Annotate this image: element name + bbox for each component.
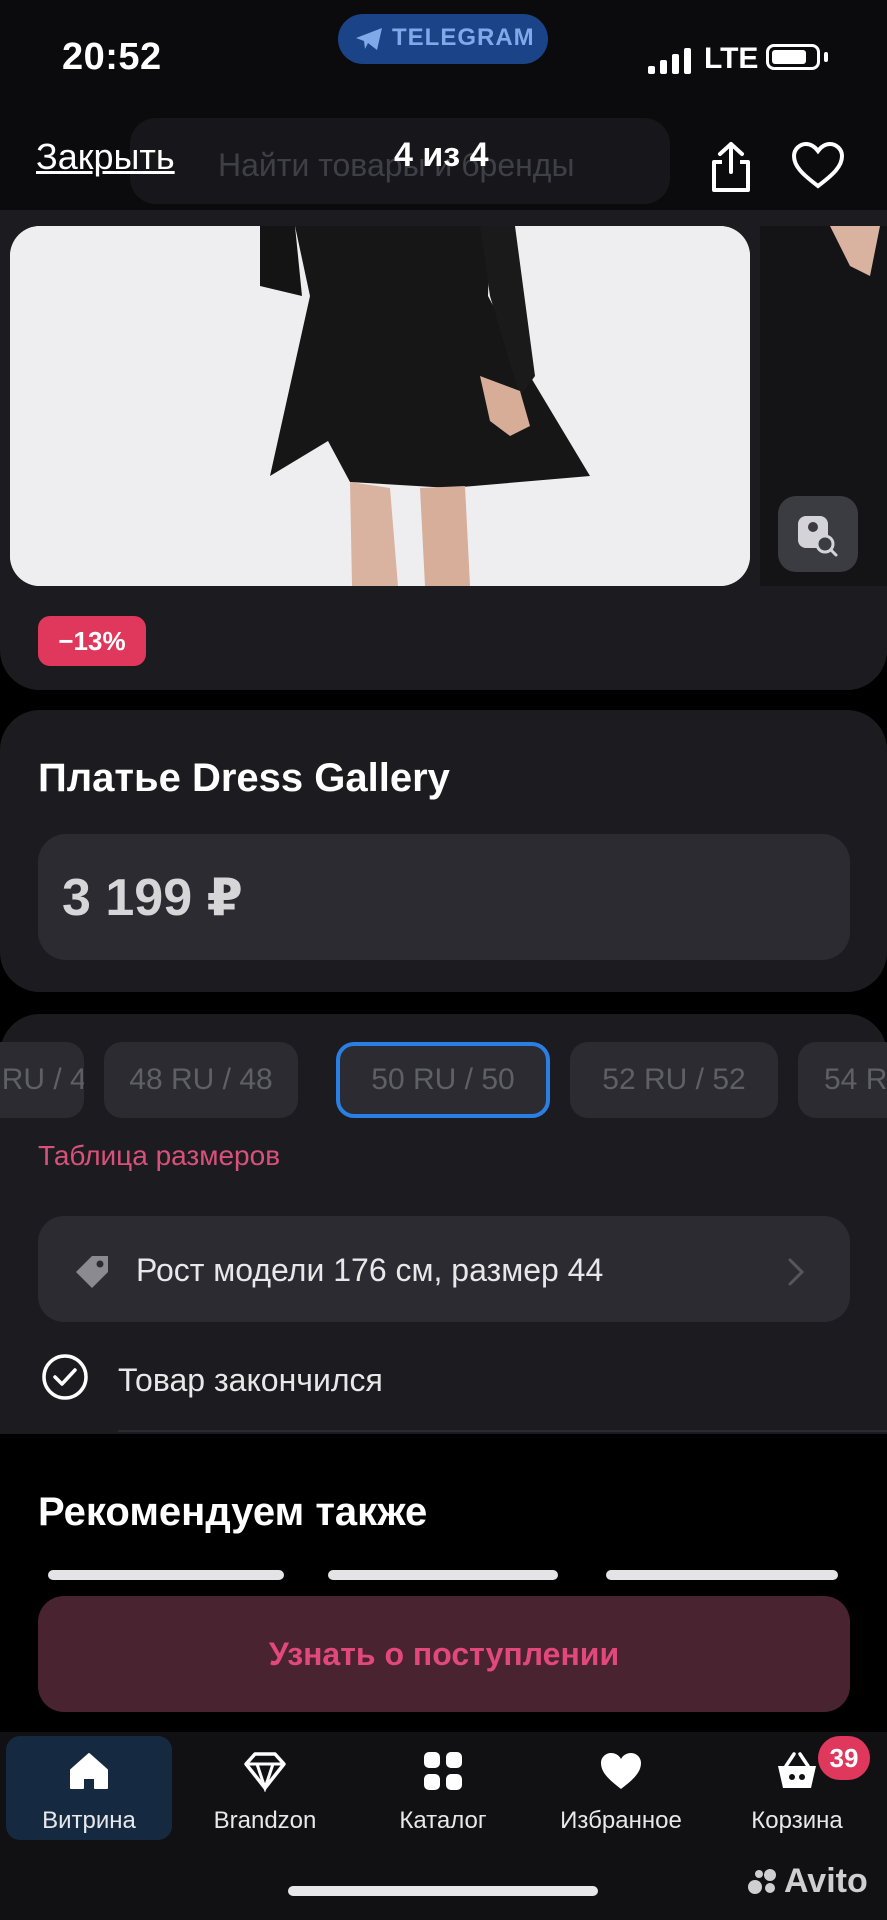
grid-icon — [424, 1752, 462, 1790]
nav-item-favorites[interactable]: Избранное — [536, 1750, 706, 1835]
chevron-right-icon — [788, 1258, 805, 1286]
stock-status: Товар закончился — [118, 1362, 383, 1398]
recommend-card[interactable] — [328, 1570, 558, 1580]
network-type: LTE — [704, 42, 759, 75]
status-time: 20:52 — [62, 36, 162, 78]
check-circle-icon — [42, 1354, 88, 1400]
basket-icon — [778, 1752, 816, 1788]
nav-label: Каталог — [399, 1807, 487, 1834]
heart-icon[interactable] — [790, 140, 846, 190]
discount-badge: −13% — [38, 616, 146, 666]
image-search-button[interactable] — [778, 496, 858, 572]
signal-icon — [648, 48, 691, 74]
size-chip[interactable]: 52 RU / 52 — [570, 1042, 778, 1118]
avito-watermark: Avito — [784, 1862, 868, 1900]
home-icon — [70, 1753, 108, 1789]
nav-label: Избранное — [560, 1807, 682, 1834]
recommend-card[interactable] — [48, 1570, 284, 1580]
cart-count-badge: 39 — [818, 1736, 870, 1780]
size-table-link[interactable]: Таблица размеров — [38, 1140, 280, 1172]
diamond-icon — [244, 1752, 286, 1793]
product-photo[interactable] — [10, 226, 750, 586]
telegram-icon — [356, 28, 382, 50]
nav-item-vitrina[interactable]: Витрина — [4, 1750, 174, 1835]
battery-icon — [766, 44, 820, 70]
size-chip-selected[interactable]: 50 RU / 50 — [336, 1042, 550, 1118]
notify-button[interactable]: Узнать о поступлении — [38, 1596, 850, 1712]
battery-tip — [824, 52, 828, 62]
tag-icon — [76, 1256, 108, 1288]
close-button[interactable]: Закрыть — [36, 136, 175, 178]
size-chip[interactable]: 48 RU / 48 — [104, 1042, 298, 1118]
home-indicator — [288, 1886, 598, 1896]
gallery-counter: 4 из 4 — [394, 136, 489, 174]
size-chip[interactable]: 54 RU / 54 — [798, 1042, 887, 1118]
heart-icon — [601, 1753, 641, 1789]
nav-item-brandzon[interactable]: Brandzon — [180, 1750, 350, 1835]
recommend-heading: Рекомендуем также — [38, 1490, 428, 1534]
product-title: Платье Dress Gallery — [38, 756, 450, 800]
dress-illustration — [10, 226, 750, 586]
model-info-text: Рост модели 176 см, размер 44 — [136, 1252, 604, 1288]
nav-label: Витрина — [42, 1807, 136, 1834]
telegram-label: TELEGRAM — [392, 24, 535, 51]
nav-item-catalog[interactable]: Каталог — [358, 1750, 528, 1835]
image-search-icon — [798, 516, 838, 557]
nav-label: Корзина — [751, 1807, 843, 1834]
size-chip[interactable]: 44 RU / 44 — [0, 1042, 84, 1118]
avito-logo-icon — [748, 1869, 776, 1894]
share-icon[interactable] — [706, 140, 756, 194]
nav-label: Brandzon — [213, 1807, 317, 1834]
product-price: 3 199 ₽ — [62, 869, 243, 927]
divider — [118, 1430, 887, 1432]
recommend-card[interactable] — [606, 1570, 838, 1580]
